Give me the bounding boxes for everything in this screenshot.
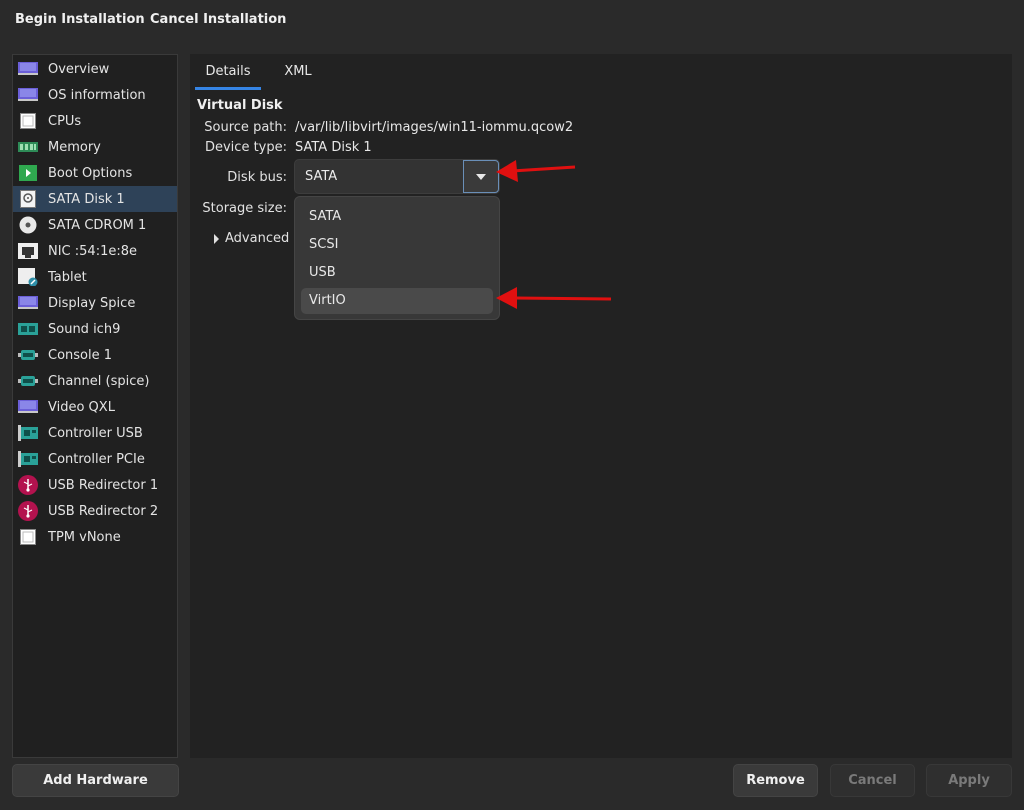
sidebar-item-label: CPUs (48, 113, 82, 129)
disk-bus-value: SATA (305, 169, 338, 184)
dropdown-option-usb[interactable]: USB (301, 260, 493, 286)
sidebar-item-label: Display Spice (48, 295, 136, 311)
sound-icon (18, 321, 38, 337)
sidebar-item-sata-cdrom-1[interactable]: SATA CDROM 1 (13, 212, 177, 238)
details-panel: Details XML Virtual Disk Source path: /v… (190, 54, 1012, 758)
sidebar-item-label: USB Redirector 2 (48, 503, 159, 519)
sidebar-item-label: Controller PCIe (48, 451, 145, 467)
sidebar-item-nic[interactable]: NIC :54:1e:8e (13, 238, 177, 264)
tab-xml[interactable]: XML (267, 54, 329, 90)
sidebar-item-label: Overview (48, 61, 110, 77)
device-type-value: SATA Disk 1 (295, 140, 372, 155)
disk-icon (18, 190, 38, 208)
dropdown-toggle-button[interactable] (463, 160, 499, 193)
dropdown-option-virtio[interactable]: VirtIO (301, 288, 493, 314)
sidebar-item-label: Boot Options (48, 165, 133, 181)
display-icon (18, 295, 38, 311)
boot-icon (18, 165, 38, 181)
hardware-list: Overview OS information CPUs Memory Boot… (12, 54, 178, 758)
header-bar: Begin Installation Cancel Installation (0, 0, 1024, 42)
sidebar-item-label: Console 1 (48, 347, 113, 363)
expander-arrow-icon (214, 233, 219, 244)
cancel-button[interactable]: Cancel (830, 764, 915, 797)
sidebar-item-label: Memory (48, 139, 101, 155)
sidebar-item-cpus[interactable]: CPUs (13, 108, 177, 134)
storage-size-label: Storage size: (202, 201, 287, 216)
disk-bus-label: Disk bus: (227, 170, 287, 185)
chevron-down-icon (476, 173, 486, 180)
device-type-label: Device type: (204, 140, 287, 155)
sidebar-item-memory[interactable]: Memory (13, 134, 177, 160)
source-path-label: Source path: (204, 120, 287, 135)
sidebar-item-label: Channel (spice) (48, 373, 150, 389)
serial-icon (18, 373, 38, 389)
usb-icon (18, 475, 38, 495)
sidebar-item-label: SATA Disk 1 (48, 191, 125, 207)
sidebar-item-label: NIC :54:1e:8e (48, 243, 137, 259)
sidebar-item-overview[interactable]: Overview (13, 56, 177, 82)
remove-button[interactable]: Remove (733, 764, 818, 797)
disk-bus-combo[interactable]: SATA (294, 159, 500, 194)
sidebar-item-video-qxl[interactable]: Video QXL (13, 394, 177, 420)
tablet-icon (18, 268, 38, 286)
cancel-installation-button[interactable]: Cancel Installation (150, 12, 286, 27)
sidebar-item-sound-ich9[interactable]: Sound ich9 (13, 316, 177, 342)
sidebar-item-tpm-vnone[interactable]: TPM vNone (13, 524, 177, 550)
sidebar-item-controller-pcie[interactable]: Controller PCIe (13, 446, 177, 472)
section-title: Virtual Disk (197, 98, 283, 113)
sidebar-item-tablet[interactable]: Tablet (13, 264, 177, 290)
dropdown-option-scsi[interactable]: SCSI (301, 232, 493, 258)
sidebar-item-label: Video QXL (48, 399, 115, 415)
apply-button[interactable]: Apply (926, 764, 1012, 797)
monitor-icon (18, 61, 38, 77)
sidebar-item-label: OS information (48, 87, 146, 103)
network-icon (18, 243, 38, 259)
sidebar-item-sata-disk-1[interactable]: SATA Disk 1 (13, 186, 177, 212)
disk-bus-dropdown-menu: SATA SCSI USB VirtIO (294, 196, 500, 320)
sidebar-item-controller-usb[interactable]: Controller USB (13, 420, 177, 446)
controller-icon (18, 425, 38, 441)
serial-icon (18, 347, 38, 363)
sidebar-item-label: Sound ich9 (48, 321, 121, 337)
source-path-value: /var/lib/libvirt/images/win11-iommu.qcow… (295, 120, 574, 135)
sidebar-item-usb-redirector-1[interactable]: USB Redirector 1 (13, 472, 177, 498)
sidebar-item-usb-redirector-2[interactable]: USB Redirector 2 (13, 498, 177, 524)
begin-installation-button[interactable]: Begin Installation (15, 12, 145, 27)
add-hardware-button[interactable]: Add Hardware (12, 764, 179, 797)
advanced-options-label: Advanced o (225, 231, 302, 246)
memory-icon (18, 139, 38, 155)
cdrom-icon (18, 216, 38, 234)
sidebar-item-display-spice[interactable]: Display Spice (13, 290, 177, 316)
usb-icon (18, 501, 38, 521)
sidebar-item-console-1[interactable]: Console 1 (13, 342, 177, 368)
sidebar-item-label: USB Redirector 1 (48, 477, 159, 493)
sidebar-item-label: Tablet (48, 269, 87, 285)
cpu-icon (18, 529, 38, 545)
sidebar-item-label: TPM vNone (48, 529, 121, 545)
sidebar-item-os-information[interactable]: OS information (13, 82, 177, 108)
cpu-icon (18, 113, 38, 129)
display-icon (18, 399, 38, 415)
sidebar-item-label: Controller USB (48, 425, 143, 441)
advanced-options-expander[interactable]: Advanced o (214, 231, 301, 246)
dropdown-option-sata[interactable]: SATA (301, 204, 493, 230)
monitor-icon (18, 87, 38, 103)
sidebar-item-channel-spice[interactable]: Channel (spice) (13, 368, 177, 394)
tab-details[interactable]: Details (195, 54, 261, 90)
controller-icon (18, 451, 38, 467)
sidebar-item-boot-options[interactable]: Boot Options (13, 160, 177, 186)
sidebar-item-label: SATA CDROM 1 (48, 217, 147, 233)
